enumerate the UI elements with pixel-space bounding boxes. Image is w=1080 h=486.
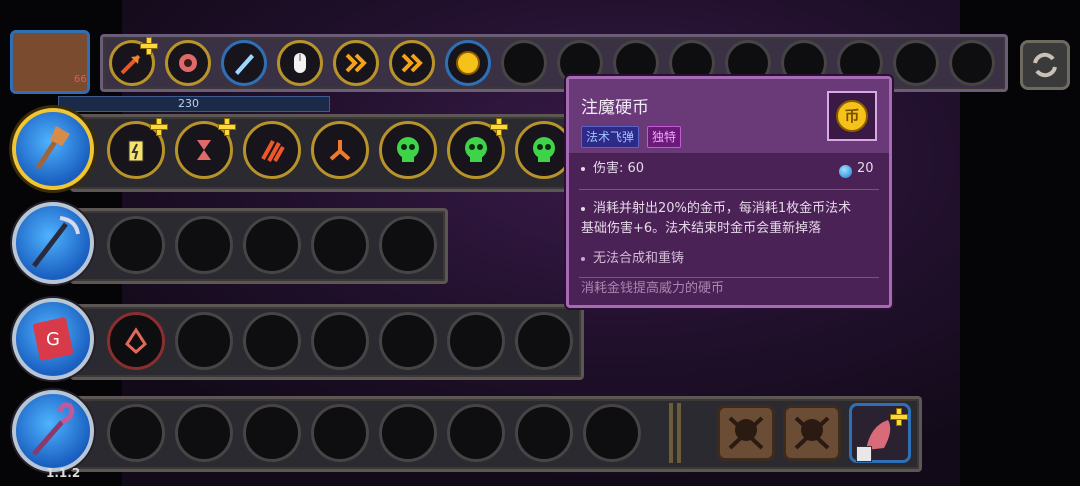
wand-row-3: [70, 304, 584, 380]
spell-slot-empty[interactable]: [175, 312, 233, 370]
tooltip-restriction: 无法合成和重铸: [593, 251, 685, 266]
svg-text:G: G: [46, 329, 60, 350]
skull-trash-slot[interactable]: [783, 405, 841, 461]
spell-tooltip: 注魔硬币 法术飞弹 独特 伤害: 60 20 消耗并射出20%的金币，每消耗1枚…: [566, 76, 892, 308]
relic-slot-3[interactable]: [221, 40, 267, 86]
spell-slot-empty[interactable]: [107, 404, 165, 462]
spell-slot-empty[interactable]: [379, 216, 437, 274]
spell-slot-empty[interactable]: [379, 404, 437, 462]
wand-scythe-button[interactable]: [12, 202, 94, 284]
wand-staff-button[interactable]: [12, 390, 94, 472]
row-divider: [677, 403, 681, 463]
split-arrows-icon: [314, 124, 366, 176]
equip-slot[interactable]: [849, 403, 911, 463]
relic-slot-empty[interactable]: [949, 40, 995, 86]
upgrade-plus-icon: [140, 37, 158, 55]
spell-slot-empty[interactable]: [447, 312, 505, 370]
tooltip-desc-line2: 基础伤害+6。法术结束时金币会重新掉落: [581, 221, 822, 236]
version-label: 1.1.2: [46, 466, 81, 480]
mouse-relic-icon: [280, 43, 320, 83]
spell-slot-empty[interactable]: [379, 312, 437, 370]
enchanted-coin-icon: [836, 100, 868, 132]
claw-spell-icon: [246, 124, 298, 176]
refresh-button[interactable]: [1020, 40, 1070, 90]
tooltip-flavor-text: 消耗金钱提高威力的硬币: [581, 281, 725, 296]
spell-slot-empty[interactable]: [175, 216, 233, 274]
scythe-wand-icon: [32, 216, 80, 268]
relic-slot-7[interactable]: [445, 40, 491, 86]
spellbook-wand-icon: G: [32, 317, 74, 361]
wand-row-4: [70, 396, 922, 472]
skull-crossbones-icon: [728, 416, 764, 450]
lock-icon: [856, 446, 872, 462]
relic-slot-6[interactable]: [389, 40, 435, 86]
green-skull-icon: [382, 124, 434, 176]
level-badge: 66: [74, 74, 87, 85]
wand-row-2: [70, 208, 448, 284]
tooltip-desc-line1: 消耗并射出20%的金币，每消耗1枚金币法术: [593, 201, 852, 216]
spell-slot[interactable]: [515, 121, 573, 179]
spell-slot[interactable]: [311, 121, 369, 179]
wand-book-button[interactable]: G: [12, 298, 94, 380]
spell-slot-empty[interactable]: [515, 404, 573, 462]
spell-slot-empty[interactable]: [311, 404, 369, 462]
bullet-dot: [581, 257, 585, 261]
relic-slot-empty[interactable]: [893, 40, 939, 86]
coin-relic-icon: [448, 43, 488, 83]
upgrade-plus-icon: [890, 408, 908, 426]
spell-slot-empty[interactable]: [447, 404, 505, 462]
spell-slot-empty[interactable]: [107, 216, 165, 274]
spell-slot-empty[interactable]: [243, 404, 301, 462]
flower-relic-icon: [168, 43, 208, 83]
wand-broom-button[interactable]: [12, 108, 94, 190]
relic-slot-2[interactable]: [165, 40, 211, 86]
tag-unique: 独特: [647, 126, 682, 148]
spell-slot-empty[interactable]: [175, 404, 233, 462]
spell-slot-empty[interactable]: [243, 312, 301, 370]
refresh-icon: [1033, 52, 1057, 78]
green-skull-icon: [518, 124, 570, 176]
upgrade-plus-icon: [490, 118, 508, 136]
spell-slot[interactable]: [379, 121, 437, 179]
mana-value: 230: [178, 97, 199, 110]
spell-slot[interactable]: [107, 118, 168, 179]
crystal-sword-icon: [224, 43, 264, 83]
tooltip-damage: 伤害: 60: [593, 161, 645, 176]
broom-wand-icon: [35, 126, 70, 170]
tooltip-mana-cost: 20: [857, 161, 874, 176]
double-chevron-icon: [392, 43, 432, 83]
spell-slot-empty[interactable]: [515, 312, 573, 370]
tooltip-divider: [579, 277, 879, 278]
relic-slot-1[interactable]: [109, 37, 158, 86]
spell-slot-empty[interactable]: [311, 216, 369, 274]
spell-slot-empty[interactable]: [311, 312, 369, 370]
upgrade-plus-icon: [218, 118, 236, 136]
spell-slot[interactable]: [107, 312, 165, 370]
spell-slot[interactable]: [175, 118, 236, 179]
bullet-dot: [581, 207, 585, 211]
flame-rune-icon: [110, 315, 162, 367]
double-chevron-icon: [336, 43, 376, 83]
spell-slot-empty[interactable]: [583, 404, 641, 462]
mana-icon: [839, 165, 852, 178]
wand-row-1: [70, 114, 576, 192]
spell-slot[interactable]: [243, 121, 301, 179]
relic-slot-5[interactable]: [333, 40, 379, 86]
spell-slot[interactable]: [447, 118, 508, 179]
tooltip-icon-frame: [827, 91, 877, 141]
relic-slot-4[interactable]: [277, 40, 323, 86]
bullet-dot: [581, 167, 585, 171]
tag-spell-missile: 法术飞弹: [581, 126, 640, 148]
skull-crossbones-icon: [794, 416, 830, 450]
tooltip-divider: [579, 189, 879, 190]
relic-slot-empty[interactable]: [501, 40, 547, 86]
skull-trash-slot[interactable]: [717, 405, 775, 461]
row-divider: [669, 403, 673, 463]
tooltip-title: 注魔硬币: [581, 98, 649, 118]
spell-slot-empty[interactable]: [243, 216, 301, 274]
curled-staff-icon: [32, 402, 75, 456]
upgrade-plus-icon: [150, 118, 168, 136]
